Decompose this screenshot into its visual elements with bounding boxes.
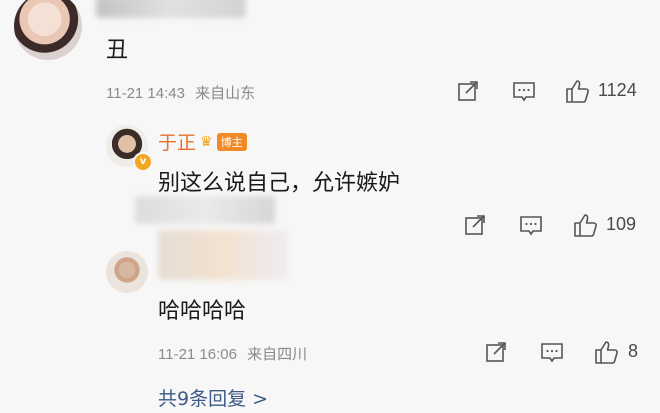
reply-date: 11-21 16:06 [158,346,237,363]
reply-avatar[interactable] [106,251,148,293]
like-count: 8 [628,341,639,361]
thumbs-up-icon[interactable] [571,211,599,239]
reply-text: 哈哈哈哈 [158,299,247,324]
comment-icon[interactable] [518,213,544,237]
reply-text: 别这么说自己，允许嫉妒 [158,171,401,196]
thumbs-up-icon[interactable] [592,338,620,366]
thumbs-up-icon[interactable] [563,77,591,105]
comment-icon[interactable] [539,340,565,364]
share-icon[interactable] [484,340,508,364]
reply-location: 来自四川 [247,346,308,363]
reply-username[interactable]: 于正 [158,128,196,155]
comment-icon[interactable] [511,79,537,103]
comment-text: 丑 [106,38,129,63]
comment-date: 11-21 14:43 [106,85,185,102]
verified-badge-icon: v [133,152,153,172]
like-count: 109 [606,214,637,234]
comment-location: 来自山东 [195,85,256,102]
share-icon[interactable] [456,79,480,103]
reply-header: 于正 ♛ 博主 [158,128,247,155]
crown-icon: ♛ [200,133,213,150]
commenter-avatar[interactable] [14,0,82,60]
more-replies-link[interactable]: 共9条回复 > [158,384,268,411]
share-icon[interactable] [463,213,487,237]
blurred-meta [135,196,275,224]
blurred-username [96,0,246,18]
blurred-username [158,230,288,280]
reply-meta: 11-21 16:06 来自四川 [158,343,307,364]
author-badge: 博主 [216,132,247,151]
comment-meta: 11-21 14:43 来自山东 [106,82,255,103]
like-count: 1124 [598,80,637,100]
